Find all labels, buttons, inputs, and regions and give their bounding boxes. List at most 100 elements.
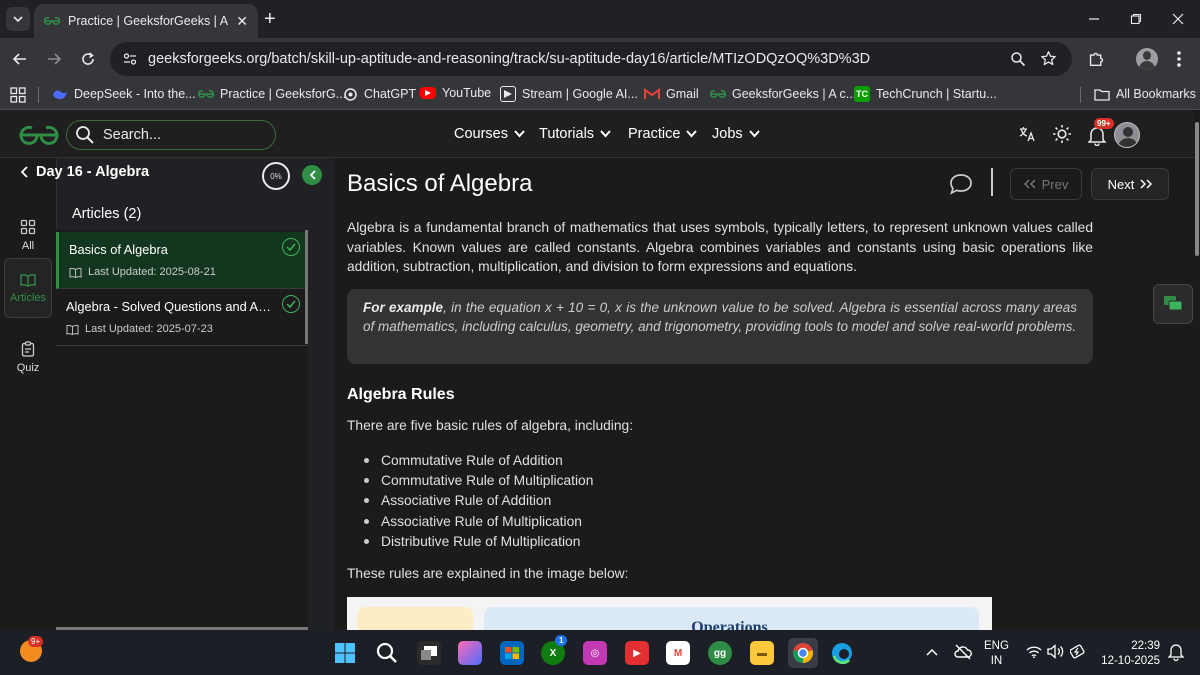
bookmark-gmail[interactable]: Gmail <box>644 86 699 102</box>
nav-practice[interactable]: Practice <box>628 126 698 142</box>
chevron-left-icon <box>20 166 28 178</box>
restore-icon <box>1130 13 1142 25</box>
bookmark-stream[interactable]: Stream | Google AI... <box>500 86 638 102</box>
course-back-button[interactable]: Day 16 - Algebra <box>20 164 149 180</box>
back-button[interactable] <box>10 49 30 69</box>
prev-article-button[interactable]: Prev <box>1010 168 1082 200</box>
chevron-down-icon <box>514 130 525 138</box>
example-callout: For example, in the equation x + 10 = 0,… <box>347 289 1093 364</box>
notification-center-icon[interactable] <box>1168 643 1184 661</box>
weather-widget[interactable]: 9+ <box>20 636 44 662</box>
bookmark-gfg[interactable]: GeeksforGeeks | A c... <box>710 86 856 102</box>
folder-icon <box>1094 86 1110 102</box>
more-vert-icon[interactable] <box>1176 50 1182 68</box>
edge-icon[interactable] <box>830 641 854 665</box>
star-icon[interactable] <box>1040 50 1057 67</box>
cloud-off-icon[interactable] <box>954 644 972 660</box>
extensions-icon[interactable] <box>1088 50 1105 67</box>
reload-button[interactable] <box>78 49 98 69</box>
nav-tutorials[interactable]: Tutorials <box>539 126 611 142</box>
search-taskbar-button[interactable] <box>375 641 399 665</box>
file-explorer-icon[interactable]: ▬ <box>750 641 774 665</box>
tab-search-button[interactable] <box>6 7 30 31</box>
bookmark-deepseek[interactable]: DeepSeek - Into the... <box>52 86 196 102</box>
article-item-solved-questions[interactable]: Algebra - Solved Questions and Answers L… <box>56 289 308 346</box>
article-updated: Last Updated: 2025-07-23 <box>66 323 213 335</box>
microsoft-store-icon[interactable] <box>500 641 524 665</box>
clock[interactable]: 22:39 12-10-2025 <box>1096 639 1160 669</box>
all-bookmarks-button[interactable]: All Bookmarks <box>1094 86 1196 102</box>
apps-icon[interactable] <box>10 87 26 103</box>
bookmarks-bar: DeepSeek - Into the... Practice | Geeksf… <box>0 80 1200 110</box>
bookmark-techcrunch[interactable]: TC TechCrunch | Startu... <box>854 86 997 102</box>
address-bar[interactable]: geeksforgeeks.org/batch/skill-up-aptitud… <box>110 42 1072 76</box>
gmail-icon <box>644 86 660 102</box>
wifi-icon[interactable] <box>1026 645 1042 658</box>
youtube-app-icon[interactable]: ▶ <box>625 641 649 665</box>
gfg-logo-icon[interactable] <box>18 124 60 146</box>
sidebar-scrollbar[interactable] <box>305 230 308 344</box>
copilot-icon[interactable] <box>458 641 482 665</box>
clipboard-icon <box>21 340 35 357</box>
close-icon <box>1172 13 1184 25</box>
arrow-left-icon <box>12 53 26 65</box>
gmail-app-icon[interactable]: M <box>666 641 690 665</box>
page-scrollbar[interactable] <box>1194 110 1200 630</box>
zoom-icon[interactable] <box>1010 51 1026 67</box>
site-info-icon[interactable] <box>122 51 138 67</box>
progress-indicator: 0% <box>262 162 290 190</box>
example-text: , in the equation x + 10 = 0, x is the u… <box>363 300 1077 335</box>
rail-item-articles[interactable]: Articles <box>4 258 52 318</box>
list-item: Commutative Rule of Multiplication <box>364 470 593 490</box>
rail-item-all[interactable]: All <box>4 206 52 264</box>
xbox-icon[interactable]: X 1 <box>541 635 568 665</box>
active-tab[interactable]: Practice | GeeksforGeeks | A co ✕ <box>34 4 258 38</box>
windows-logo-icon <box>335 643 355 663</box>
minimize-icon <box>1089 18 1099 20</box>
gfg-icon <box>710 86 726 102</box>
task-view-button[interactable] <box>417 641 441 665</box>
completed-check-icon <box>282 238 300 256</box>
collapse-sidebar-button[interactable] <box>302 165 322 185</box>
article-item-basics[interactable]: Basics of Algebra Last Updated: 2025-08-… <box>56 232 308 289</box>
rail-item-quiz[interactable]: Quiz <box>4 328 52 386</box>
theme-toggle-icon[interactable] <box>1052 124 1072 144</box>
bookmark-youtube[interactable]: YouTube <box>420 86 491 100</box>
chrome-taskbar-icon[interactable] <box>788 638 818 668</box>
start-button[interactable] <box>333 641 357 665</box>
techcrunch-icon: TC <box>854 86 870 102</box>
nav-courses[interactable]: Courses <box>454 126 525 142</box>
bookmarks-divider <box>1080 87 1081 103</box>
next-article-button[interactable]: Next <box>1091 168 1169 200</box>
article-updated: Last Updated: 2025-08-21 <box>69 266 216 278</box>
minimize-button[interactable] <box>1084 9 1104 29</box>
image-label: Operations <box>691 619 768 630</box>
bookmark-chatgpt[interactable]: ChatGPT <box>342 86 416 102</box>
chevron-up-icon[interactable] <box>926 648 938 656</box>
tab-close-icon[interactable]: ✕ <box>236 13 248 30</box>
chat-icon <box>1164 296 1183 311</box>
user-avatar[interactable] <box>1114 122 1140 148</box>
language-indicator[interactable]: ENG IN <box>984 639 1009 669</box>
gfg-app-icon[interactable]: gg <box>708 641 732 665</box>
nav-jobs[interactable]: Jobs <box>712 126 760 142</box>
volume-icon[interactable] <box>1047 644 1064 659</box>
notifications-button[interactable]: 99+ <box>1086 118 1114 146</box>
battery-charging-icon[interactable] <box>1070 644 1086 659</box>
photos-icon[interactable]: ◎ <box>583 641 607 665</box>
chat-button[interactable] <box>1153 284 1193 324</box>
bookmarks-divider <box>38 87 39 103</box>
forward-button[interactable] <box>44 49 64 69</box>
new-tab-button[interactable]: + <box>264 8 276 31</box>
close-window-button[interactable] <box>1168 9 1188 29</box>
task-view-icon <box>421 646 437 660</box>
translate-icon[interactable] <box>1018 125 1036 143</box>
profile-avatar[interactable] <box>1136 48 1158 70</box>
scrollbar-thumb[interactable] <box>1195 122 1199 256</box>
comment-icon[interactable] <box>948 172 974 196</box>
bookmark-gfg-practice[interactable]: Practice | GeeksforG... <box>198 86 346 102</box>
stream-icon <box>500 86 516 102</box>
site-search-input[interactable]: Search... <box>66 120 276 150</box>
restore-button[interactable] <box>1126 9 1146 29</box>
articles-heading: Articles (2) <box>72 206 142 222</box>
